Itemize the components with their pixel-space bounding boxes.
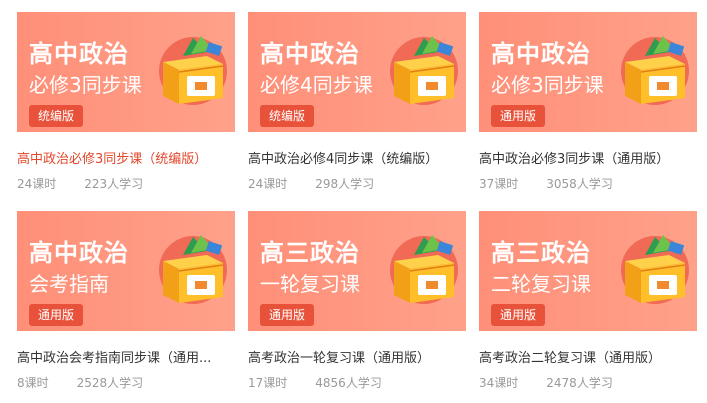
thumbnail-title: 高三政治 [491, 239, 591, 267]
treasure-box-icon [163, 36, 224, 104]
course-card[interactable]: 高三政治 二轮复习课 通用版 高考政治二轮复习课（通用版） 34课时 2478人学… [479, 211, 697, 391]
lesson-count: 37课时 [479, 177, 519, 191]
student-count: 223人学习 [84, 177, 144, 191]
thumbnail-subtitle: 必修3同步课 [491, 73, 604, 97]
lesson-count: 8课时 [17, 376, 49, 390]
course-card[interactable]: 高三政治 一轮复习课 通用版 高考政治一轮复习课（通用版） 17课时 4856人学… [248, 211, 466, 391]
course-title[interactable]: 高中政治会考指南同步课（通用... [17, 347, 235, 366]
edition-badge: 通用版 [260, 304, 315, 326]
course-card[interactable]: 高中政治 必修3同步课 通用版 高中政治必修3同步课（通用版） 37课时 3058… [479, 12, 697, 192]
treasure-box-icon [625, 235, 686, 303]
thumbnail-title: 高中政治 [29, 40, 129, 68]
edition-badge: 通用版 [491, 304, 546, 326]
thumbnail-title: 高中政治 [29, 239, 129, 267]
course-title[interactable]: 高考政治一轮复习课（通用版） [248, 347, 466, 366]
course-thumbnail[interactable]: 高中政治 必修3同步课 统编版 [17, 12, 235, 132]
course-title[interactable]: 高中政治必修3同步课（统编版） [17, 148, 235, 167]
lesson-count: 17课时 [248, 376, 288, 390]
student-count: 2528人学习 [76, 376, 144, 390]
course-meta: 17课时 4856人学习 [248, 374, 466, 391]
course-thumbnail[interactable]: 高中政治 会考指南 通用版 [17, 211, 235, 331]
edition-badge: 统编版 [260, 105, 315, 127]
course-meta: 34课时 2478人学习 [479, 374, 697, 391]
edition-badge: 统编版 [29, 105, 84, 127]
course-thumbnail[interactable]: 高三政治 一轮复习课 通用版 [248, 211, 466, 331]
treasure-box-icon [163, 235, 224, 303]
course-card[interactable]: 高中政治 必修4同步课 统编版 高中政治必修4同步课（统编版） 24课时 298人… [248, 12, 466, 192]
course-title[interactable]: 高考政治二轮复习课（通用版） [479, 347, 697, 366]
thumbnail-title: 高中政治 [260, 40, 360, 68]
thumbnail-title: 高三政治 [260, 239, 360, 267]
treasure-box-icon [394, 235, 455, 303]
student-count: 2478人学习 [546, 376, 613, 390]
treasure-box-icon [394, 36, 455, 104]
course-card[interactable]: 高中政治 必修3同步课 统编版 高中政治必修3同步课（统编版） 24课时 223人… [17, 12, 235, 192]
student-count: 4856人学习 [315, 376, 382, 390]
edition-badge: 通用版 [29, 304, 84, 326]
lesson-count: 34课时 [479, 376, 519, 390]
course-meta: 24课时 223人学习 [17, 175, 235, 192]
lesson-count: 24课时 [17, 177, 57, 191]
treasure-box-icon [625, 36, 686, 104]
course-title[interactable]: 高中政治必修3同步课（通用版） [479, 148, 697, 167]
course-thumbnail[interactable]: 高中政治 必修4同步课 统编版 [248, 12, 466, 132]
thumbnail-subtitle: 会考指南 [29, 272, 109, 296]
course-meta: 24课时 298人学习 [248, 175, 466, 192]
thumbnail-subtitle: 必修4同步课 [260, 73, 373, 97]
course-meta: 37课时 3058人学习 [479, 175, 697, 192]
course-card[interactable]: 高中政治 会考指南 通用版 高中政治会考指南同步课（通用... 8课时 2528人… [17, 211, 235, 391]
thumbnail-subtitle: 二轮复习课 [491, 272, 591, 296]
thumbnail-subtitle: 必修3同步课 [29, 73, 142, 97]
thumbnail-subtitle: 一轮复习课 [260, 272, 360, 296]
course-thumbnail[interactable]: 高中政治 必修3同步课 通用版 [479, 12, 697, 132]
thumbnail-title: 高中政治 [491, 40, 591, 68]
course-meta: 8课时 2528人学习 [17, 374, 235, 391]
student-count: 298人学习 [315, 177, 375, 191]
course-thumbnail[interactable]: 高三政治 二轮复习课 通用版 [479, 211, 697, 331]
edition-badge: 通用版 [491, 105, 546, 127]
course-title[interactable]: 高中政治必修4同步课（统编版） [248, 148, 466, 167]
lesson-count: 24课时 [248, 177, 288, 191]
student-count: 3058人学习 [546, 177, 613, 191]
